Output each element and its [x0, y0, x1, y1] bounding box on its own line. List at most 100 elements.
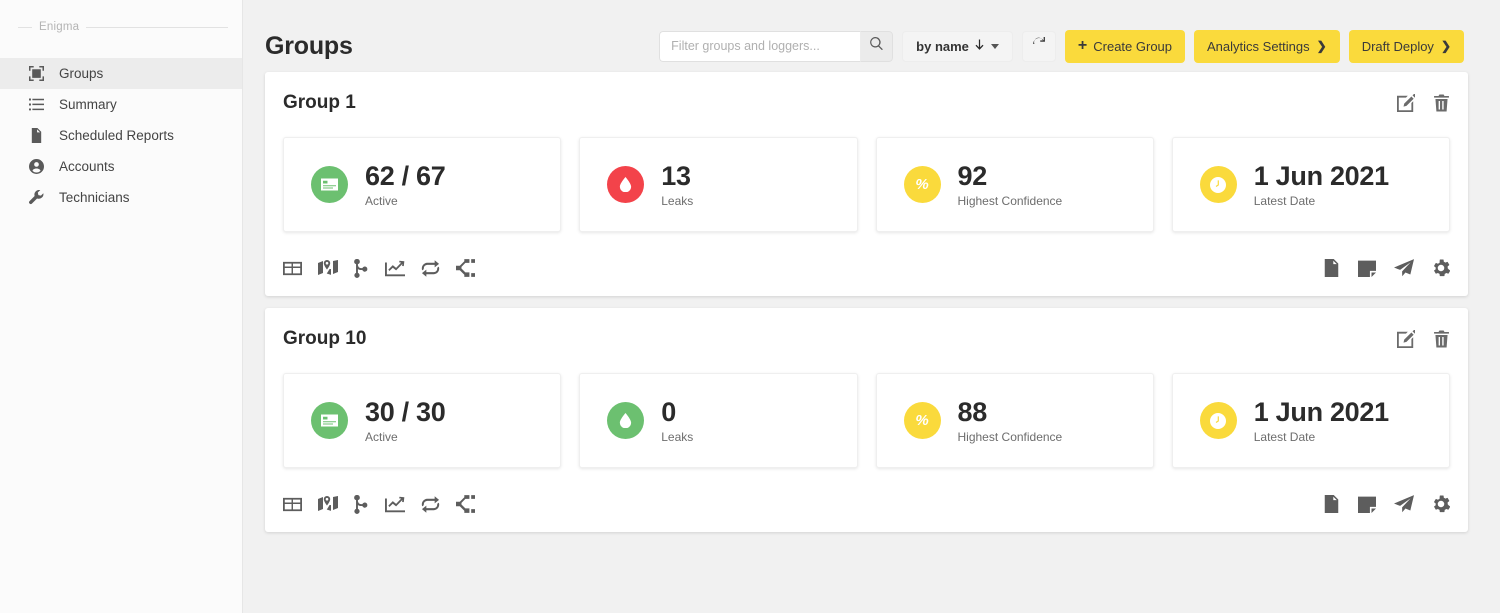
create-group-label: Create Group: [1093, 39, 1172, 54]
group-name: Group 10: [283, 328, 366, 350]
edit-pencil-icon[interactable]: [1397, 94, 1415, 112]
stat-label: Leaks: [661, 194, 693, 208]
top-bar-controls: by name + Create Group Analytics: [659, 30, 1464, 63]
stat-value: 13: [661, 161, 693, 191]
stat-card-text: 0 Leaks: [661, 397, 693, 444]
sort-dropdown[interactable]: by name: [902, 31, 1013, 62]
stat-card-active: 62 / 67 Active: [283, 137, 561, 232]
group-header-actions: [1397, 94, 1450, 112]
map-icon[interactable]: [318, 494, 338, 514]
draft-deploy-button[interactable]: Draft Deploy ❯: [1349, 30, 1464, 63]
stat-card-highest-confidence: % 88 Highest Confidence: [876, 373, 1154, 468]
sidebar-header: Enigma: [0, 14, 242, 40]
sidebar-header-rule-left: [18, 27, 32, 28]
frame-icon: [28, 66, 44, 82]
stat-card-text: 13 Leaks: [661, 161, 693, 208]
sidebar-item-summary[interactable]: Summary: [0, 89, 242, 120]
analytics-settings-label: Analytics Settings: [1207, 39, 1310, 54]
stat-card-text: 92 Highest Confidence: [958, 161, 1063, 208]
stat-card-active: 30 / 30 Active: [283, 373, 561, 468]
sidebar-item-scheduled-reports[interactable]: Scheduled Reports: [0, 120, 242, 151]
group-panel: Group 10: [265, 308, 1468, 532]
percent-icon: %: [904, 402, 941, 439]
create-group-button[interactable]: + Create Group: [1065, 30, 1185, 63]
search-button[interactable]: [860, 31, 893, 62]
refresh-button[interactable]: [1022, 31, 1056, 62]
id-card-icon: [311, 166, 348, 203]
paper-plane-icon[interactable]: [1394, 259, 1414, 277]
refresh-icon: [1032, 37, 1046, 56]
group-toolbar: [283, 240, 1450, 296]
sidebar-item-technicians[interactable]: Technicians: [0, 182, 242, 213]
percent-icon: %: [904, 166, 941, 203]
stat-label: Highest Confidence: [958, 194, 1063, 208]
stat-label: Highest Confidence: [958, 430, 1063, 444]
edit-pencil-icon[interactable]: [1397, 330, 1415, 348]
percent-glyph: %: [915, 412, 928, 429]
gear-icon[interactable]: [1432, 259, 1450, 277]
group-toolbar: [283, 476, 1450, 532]
sidebar-item-label: Summary: [59, 97, 117, 112]
sidebar-item-label: Technicians: [59, 190, 130, 205]
stat-value: 1 Jun 2021: [1254, 397, 1389, 427]
sidebar-item-accounts[interactable]: Accounts: [0, 151, 242, 182]
paper-plane-icon[interactable]: [1394, 495, 1414, 513]
group-header-actions: [1397, 330, 1450, 348]
document-icon[interactable]: [1323, 495, 1340, 513]
sidebar-item-label: Accounts: [59, 159, 115, 174]
sidebar-item-label: Scheduled Reports: [59, 128, 174, 143]
stat-value: 62 / 67: [365, 161, 445, 191]
stat-cards: 30 / 30 Active 0 Leaks: [283, 356, 1450, 468]
sidebar-header-rule-right: [86, 27, 228, 28]
droplet-icon: [607, 166, 644, 203]
sitemap-icon[interactable]: [456, 495, 475, 513]
list-icon: [28, 97, 44, 113]
table-icon[interactable]: [283, 259, 302, 278]
sync-icon[interactable]: [421, 495, 440, 514]
plus-icon: +: [1078, 38, 1087, 54]
sidebar-item-label: Groups: [59, 66, 103, 81]
stat-label: Active: [365, 430, 445, 444]
id-card-icon: [311, 402, 348, 439]
percent-glyph: %: [915, 176, 928, 193]
stat-card-latest-date: 1 Jun 2021 Latest Date: [1172, 373, 1450, 468]
app-root: Enigma Groups Summary Scheduled Re: [0, 0, 1500, 613]
gear-icon[interactable]: [1432, 495, 1450, 513]
trash-icon[interactable]: [1433, 94, 1450, 112]
sitemap-icon[interactable]: [456, 259, 475, 277]
main-content: Groups by name: [243, 0, 1500, 613]
map-icon[interactable]: [318, 258, 338, 278]
group-toolbar-left: [283, 258, 475, 278]
sidebar-item-groups[interactable]: Groups: [0, 58, 242, 89]
group-toolbar-right: [1323, 259, 1450, 277]
sidebar: Enigma Groups Summary Scheduled Re: [0, 0, 243, 613]
top-bar: Groups by name: [243, 0, 1500, 72]
document-icon[interactable]: [1323, 259, 1340, 277]
chevron-right-icon: ❯: [1317, 39, 1327, 53]
stat-card-text: 1 Jun 2021 Latest Date: [1254, 161, 1389, 208]
sync-icon[interactable]: [421, 259, 440, 278]
stat-card-latest-date: 1 Jun 2021 Latest Date: [1172, 137, 1450, 232]
chart-line-icon[interactable]: [385, 496, 405, 513]
stat-value: 92: [958, 161, 1063, 191]
group-panel: Group 1: [265, 72, 1468, 296]
stat-value: 30 / 30: [365, 397, 445, 427]
arrow-down-icon: [974, 39, 985, 54]
chart-line-icon[interactable]: [385, 260, 405, 277]
sticky-note-icon[interactable]: [1358, 259, 1376, 277]
trash-icon[interactable]: [1433, 330, 1450, 348]
clock-icon: [1200, 166, 1237, 203]
code-branch-icon[interactable]: [354, 259, 369, 278]
file-icon: [28, 128, 44, 144]
code-branch-icon[interactable]: [354, 495, 369, 514]
group-header: Group 10: [283, 322, 1450, 356]
stat-value: 1 Jun 2021: [1254, 161, 1389, 191]
stat-label: Latest Date: [1254, 194, 1389, 208]
draft-deploy-label: Draft Deploy: [1362, 39, 1434, 54]
chevron-down-icon: [991, 44, 999, 49]
search-input[interactable]: [659, 31, 860, 62]
sticky-note-icon[interactable]: [1358, 495, 1376, 513]
analytics-settings-button[interactable]: Analytics Settings ❯: [1194, 30, 1340, 63]
groups-list: Group 1: [243, 72, 1500, 532]
table-icon[interactable]: [283, 495, 302, 514]
